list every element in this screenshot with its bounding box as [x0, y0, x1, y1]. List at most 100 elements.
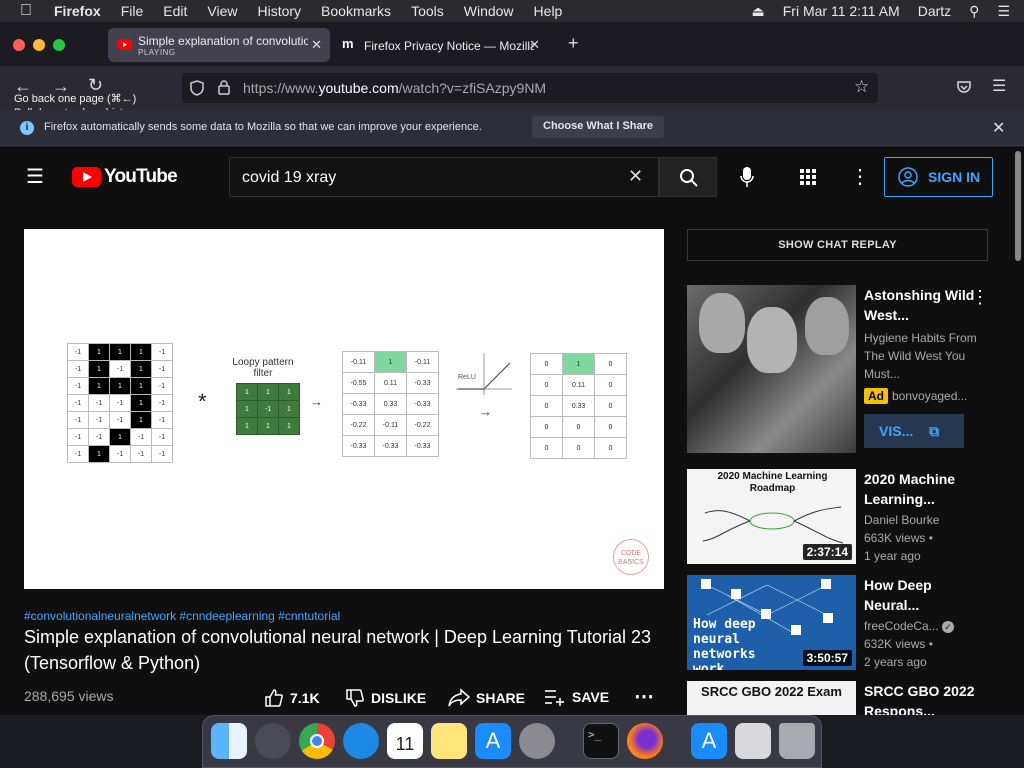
tab-title: Firefox Privacy Notice — Mozilla [364, 39, 534, 53]
microphone-icon[interactable] [740, 166, 754, 188]
page-scrollbar[interactable] [1012, 147, 1024, 715]
menu-history[interactable]: History [257, 3, 301, 19]
show-chat-replay-button[interactable]: SHOW CHAT REPLAY [687, 229, 988, 261]
eject-icon[interactable]: ⏏ [752, 3, 765, 20]
recommendation-card[interactable]: How deep neural networks work 3:50:57 Ho… [687, 575, 987, 670]
search-button[interactable] [659, 157, 717, 197]
ad-thumbnail-figure [699, 293, 745, 353]
matrix-cell: -1 [67, 445, 89, 463]
sign-in-button[interactable]: SIGN IN [884, 157, 993, 197]
matrix-cell: 1 [130, 360, 152, 378]
video-thumbnail[interactable]: How deep neural networks work 3:50:57 [687, 575, 856, 670]
launchpad-rocket-icon[interactable] [255, 723, 291, 759]
visit-label: VIS... [879, 423, 914, 439]
visit-site-button[interactable]: VIS... ⧉ [864, 414, 964, 448]
menu-help[interactable]: Help [534, 3, 563, 19]
ad-thumbnail-figure [805, 297, 849, 355]
matrix-cell: -1 [151, 377, 173, 395]
recommendation-card[interactable]: SRCC GBO 2022 Exam SRCC GBO 2022 Respons… [687, 681, 987, 715]
ad-description: Hygiene Habits From The Wild West You Mu… [864, 331, 977, 381]
apps-grid-icon[interactable] [800, 169, 816, 185]
matrix-cell: -1 [109, 445, 131, 463]
lock-icon[interactable] [218, 80, 230, 95]
like-button[interactable]: 7.1K [264, 688, 320, 708]
safari-compass-icon[interactable] [343, 723, 379, 759]
tracking-shield-icon[interactable] [190, 80, 204, 96]
pocket-icon[interactable] [957, 80, 971, 94]
video-duration: 2:37:14 [802, 544, 852, 560]
matrix-cell: 1 [278, 417, 300, 435]
search-input[interactable]: covid 19 xray ✕ [229, 157, 659, 197]
matrix-cell: -1 [257, 400, 279, 418]
control-center-icon[interactable]: ☰ [997, 3, 1010, 20]
choose-what-i-share-button[interactable]: Choose What I Share [532, 116, 665, 138]
menu-app-firefox[interactable]: Firefox [54, 3, 101, 19]
tab-mozilla-privacy[interactable]: m Firefox Privacy Notice — Mozilla ✕ [334, 28, 548, 62]
hamburger-menu-icon[interactable]: ☰ [992, 76, 1006, 96]
settings-more-icon[interactable]: ⋮ [850, 164, 870, 189]
app-store-downloads-icon[interactable]: A [691, 723, 727, 759]
relu-graph-icon: ReLU [456, 353, 512, 395]
recommendation-card[interactable]: 2020 Machine Learning Roadmap 2:37:14 20… [687, 469, 987, 564]
matrix-row: -1 -1 1 -1 -1 [67, 428, 173, 446]
firefox-icon[interactable] [627, 723, 663, 759]
app-store-icon[interactable]: A [475, 723, 511, 759]
matrix-cell: -1 [109, 411, 131, 429]
window-zoom-button[interactable] [53, 39, 65, 51]
apple-menu-icon[interactable]:  [20, 2, 42, 20]
matrix-cell: 1 [257, 383, 279, 401]
ad-thumbnail[interactable] [687, 285, 856, 453]
menubar-clock[interactable]: Fri Mar 11 2:11 AM [783, 3, 900, 19]
trash-icon[interactable] [779, 723, 815, 759]
terminal-icon[interactable]: >_ [583, 723, 619, 759]
system-preferences-gear-icon[interactable] [519, 723, 555, 759]
ad-badge: Ad [864, 388, 888, 404]
finder-icon[interactable] [211, 723, 247, 759]
video-info: 2020 Machine Learning... Daniel Bourke 6… [864, 469, 984, 565]
video-thumbnail[interactable]: 2020 Machine Learning Roadmap 2:37:14 [687, 469, 856, 564]
bookmark-star-icon[interactable]: ☆ [854, 77, 869, 97]
notice-close-icon[interactable]: ✕ [992, 118, 1005, 138]
menu-window[interactable]: Window [464, 3, 514, 19]
clear-search-icon[interactable]: ✕ [628, 166, 643, 187]
window-close-button[interactable] [13, 39, 25, 51]
matrix-row: 000 [530, 437, 627, 459]
new-tab-icon[interactable]: + [568, 33, 579, 54]
calendar-icon[interactable]: 11 [387, 723, 423, 759]
share-button[interactable]: SHARE [448, 688, 525, 708]
ad-card[interactable]: Astonshing Wild West... Hygiene Habits F… [687, 285, 989, 455]
relu-label: ReLU [458, 374, 476, 381]
tab-close-icon[interactable]: ✕ [311, 37, 322, 53]
relu-output-matrix: 0 1 0 0 0.11 0 0 0.33 0 0 0 0 0 0 0 [530, 353, 627, 459]
notes-icon[interactable] [431, 723, 467, 759]
guide-menu-icon[interactable]: ☰ [26, 164, 44, 189]
tab-close-icon[interactable]: ✕ [529, 37, 540, 53]
menu-view[interactable]: View [207, 3, 237, 19]
ad-channel: bonvoyaged... [892, 389, 968, 403]
menu-edit[interactable]: Edit [163, 3, 187, 19]
youtube-logo[interactable]: YouTube [72, 166, 178, 188]
ad-more-icon[interactable]: ⋮ [971, 287, 989, 308]
scrollbar-thumb[interactable] [1015, 151, 1021, 261]
more-actions-icon[interactable]: ⋯ [634, 684, 654, 709]
matrix-cell: 1 [236, 400, 258, 418]
thumbs-down-icon [346, 689, 364, 707]
menubar-user[interactable]: Dartz [918, 3, 951, 19]
menu-file[interactable]: File [121, 3, 144, 19]
window-minimize-button[interactable] [33, 39, 45, 51]
search-icon [680, 169, 698, 187]
video-hashtags[interactable]: #convolutionalneuralnetwork #cnndeeplear… [24, 609, 340, 623]
matrix-cell: -0.33 [342, 435, 375, 457]
video-thumbnail[interactable]: SRCC GBO 2022 Exam [687, 681, 856, 715]
matrix-cell: -0.33 [406, 435, 439, 457]
spotlight-search-icon[interactable]: ⚲ [969, 3, 979, 20]
video-player[interactable]: -1 1 1 1 -1 -1 1 -1 1 -1 -1 1 1 1 -1 -1 -1 -1 1 -1 -1 -1 -1 1 -1… [24, 229, 664, 589]
menu-tools[interactable]: Tools [411, 3, 444, 19]
chrome-icon[interactable] [299, 723, 335, 759]
save-button[interactable]: SAVE [544, 688, 609, 706]
menu-bookmarks[interactable]: Bookmarks [321, 3, 391, 19]
url-bar[interactable]: https://www.youtube.com/watch?v=zfiSAzpy… [182, 73, 878, 103]
dislike-button[interactable]: DISLIKE [345, 688, 426, 708]
downloads-folder-icon[interactable] [735, 723, 771, 759]
tab-youtube[interactable]: Simple explanation of convolutio PLAYING… [108, 28, 330, 62]
